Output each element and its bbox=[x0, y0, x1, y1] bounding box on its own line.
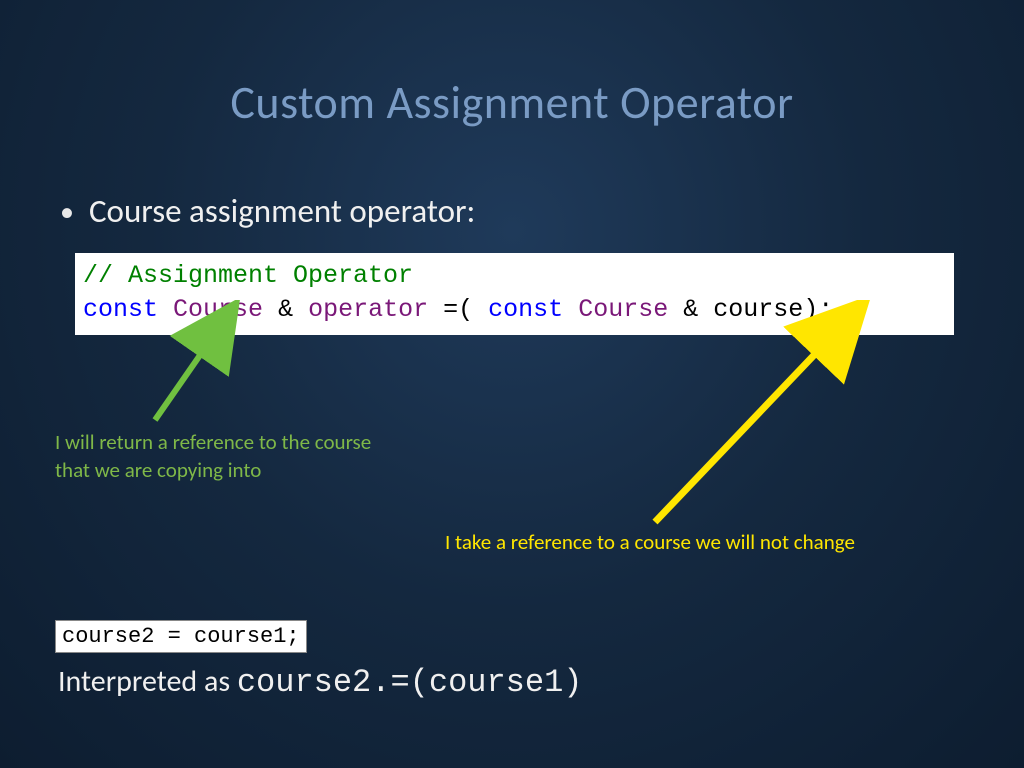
green-arrow-icon bbox=[130, 300, 270, 430]
code-func-operator: operator bbox=[308, 295, 428, 324]
yellow-arrow-icon bbox=[625, 300, 885, 530]
code-eq-paren: =( bbox=[443, 295, 473, 324]
code-comment: // Assignment Operator bbox=[83, 261, 413, 290]
code-amp-1: & bbox=[278, 295, 293, 324]
annotation-green: I will return a reference to the course … bbox=[55, 428, 371, 485]
interpreted-code: course2.=(course1) bbox=[237, 664, 583, 701]
bullet-text: Course assignment operator: bbox=[89, 191, 475, 231]
code-comment-line: // Assignment Operator bbox=[83, 259, 946, 293]
code-keyword-const-2: const bbox=[488, 295, 563, 324]
interpreted-line: Interpreted as course2.=(course1) bbox=[58, 663, 582, 701]
bullet-point: • Course assignment operator: bbox=[60, 191, 1024, 231]
slide-title: Custom Assignment Operator bbox=[0, 0, 1024, 131]
bullet-marker: • bbox=[60, 194, 74, 229]
interpreted-prefix: Interpreted as bbox=[58, 663, 237, 700]
code-block-small: course2 = course1; bbox=[55, 620, 307, 653]
annotation-yellow: I take a reference to a course we will n… bbox=[445, 528, 855, 556]
